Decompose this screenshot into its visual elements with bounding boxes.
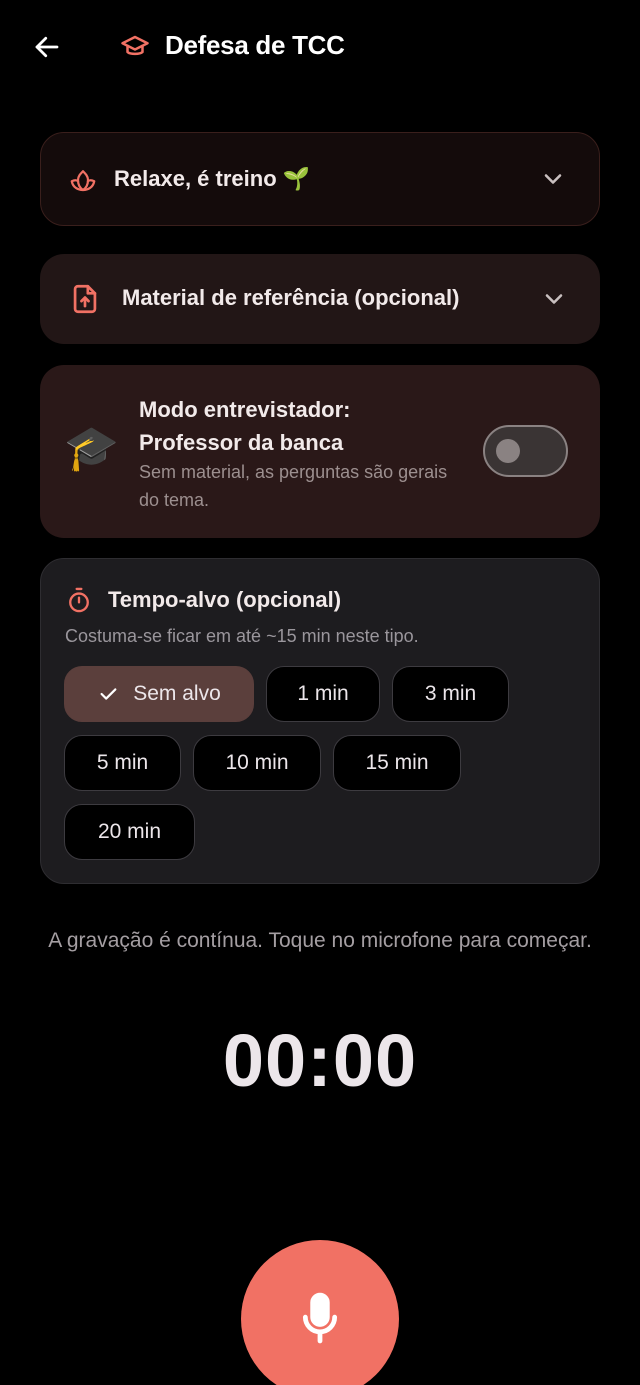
chip-sem-alvo[interactable]: Sem alvo: [64, 666, 254, 722]
interviewer-mode-toggle[interactable]: [483, 425, 568, 477]
top-bar: Defesa de TCC: [0, 0, 640, 94]
chip-5-min[interactable]: 5 min: [64, 735, 181, 791]
interviewer-mode-title: Modo entrevistador: Professor da banca: [139, 397, 351, 455]
arrow-left-icon: [35, 36, 59, 58]
stopwatch-icon: [69, 587, 89, 613]
interviewer-mode-card: 🎓 Modo entrevistador: Professor da banca…: [40, 365, 600, 538]
chevron-down-icon: [545, 294, 563, 304]
target-time-subtitle: Costuma-se ficar em até ~15 min neste ti…: [65, 626, 419, 646]
chip-label: 1 min: [297, 682, 349, 705]
chip-20-min[interactable]: 20 min: [64, 804, 195, 860]
toggle-knob: [496, 439, 520, 463]
graduation-cap-icon: [121, 35, 149, 56]
lotus-icon: [70, 170, 96, 192]
material-label: Material de referência (opcional): [122, 285, 460, 310]
chip-label: 15 min: [365, 751, 429, 774]
check-icon: [97, 683, 119, 705]
recording-timer: 00:00: [222, 1019, 418, 1102]
graduation-cap-emoji-icon: 🎓: [64, 424, 119, 473]
chip-1-min[interactable]: 1 min: [266, 666, 380, 722]
target-time-title: Tempo-alvo (opcional): [108, 587, 342, 612]
file-upload-icon: [73, 284, 97, 314]
microphone-icon: [302, 1292, 338, 1344]
chip-label: 20 min: [97, 820, 162, 843]
relax-accordion[interactable]: Relaxe, é treino 🌱: [40, 132, 600, 226]
chip-10-min[interactable]: 10 min: [193, 735, 321, 791]
recording-hint: A gravação é contínua. Toque no microfon…: [48, 929, 592, 952]
chip-3-min[interactable]: 3 min: [392, 666, 509, 722]
chip-label: 5 min: [96, 751, 149, 774]
interviewer-mode-subtitle: Sem material, as perguntas são gerais do…: [139, 462, 448, 510]
relax-label: Relaxe, é treino 🌱: [114, 166, 311, 191]
chip-label: 3 min: [424, 682, 477, 705]
page-title: Defesa de TCC: [165, 30, 345, 60]
chip-label: 10 min: [225, 751, 289, 774]
chip-15-min[interactable]: 15 min: [333, 735, 461, 791]
back-button[interactable]: [26, 26, 68, 68]
target-time-card: Tempo-alvo (opcional) Costuma-se ficar e…: [40, 558, 600, 884]
chip-label: Sem alvo: [133, 682, 221, 705]
material-accordion[interactable]: Material de referência (opcional): [40, 254, 600, 344]
chevron-down-icon: [544, 174, 562, 184]
microphone-button[interactable]: [241, 1240, 399, 1385]
